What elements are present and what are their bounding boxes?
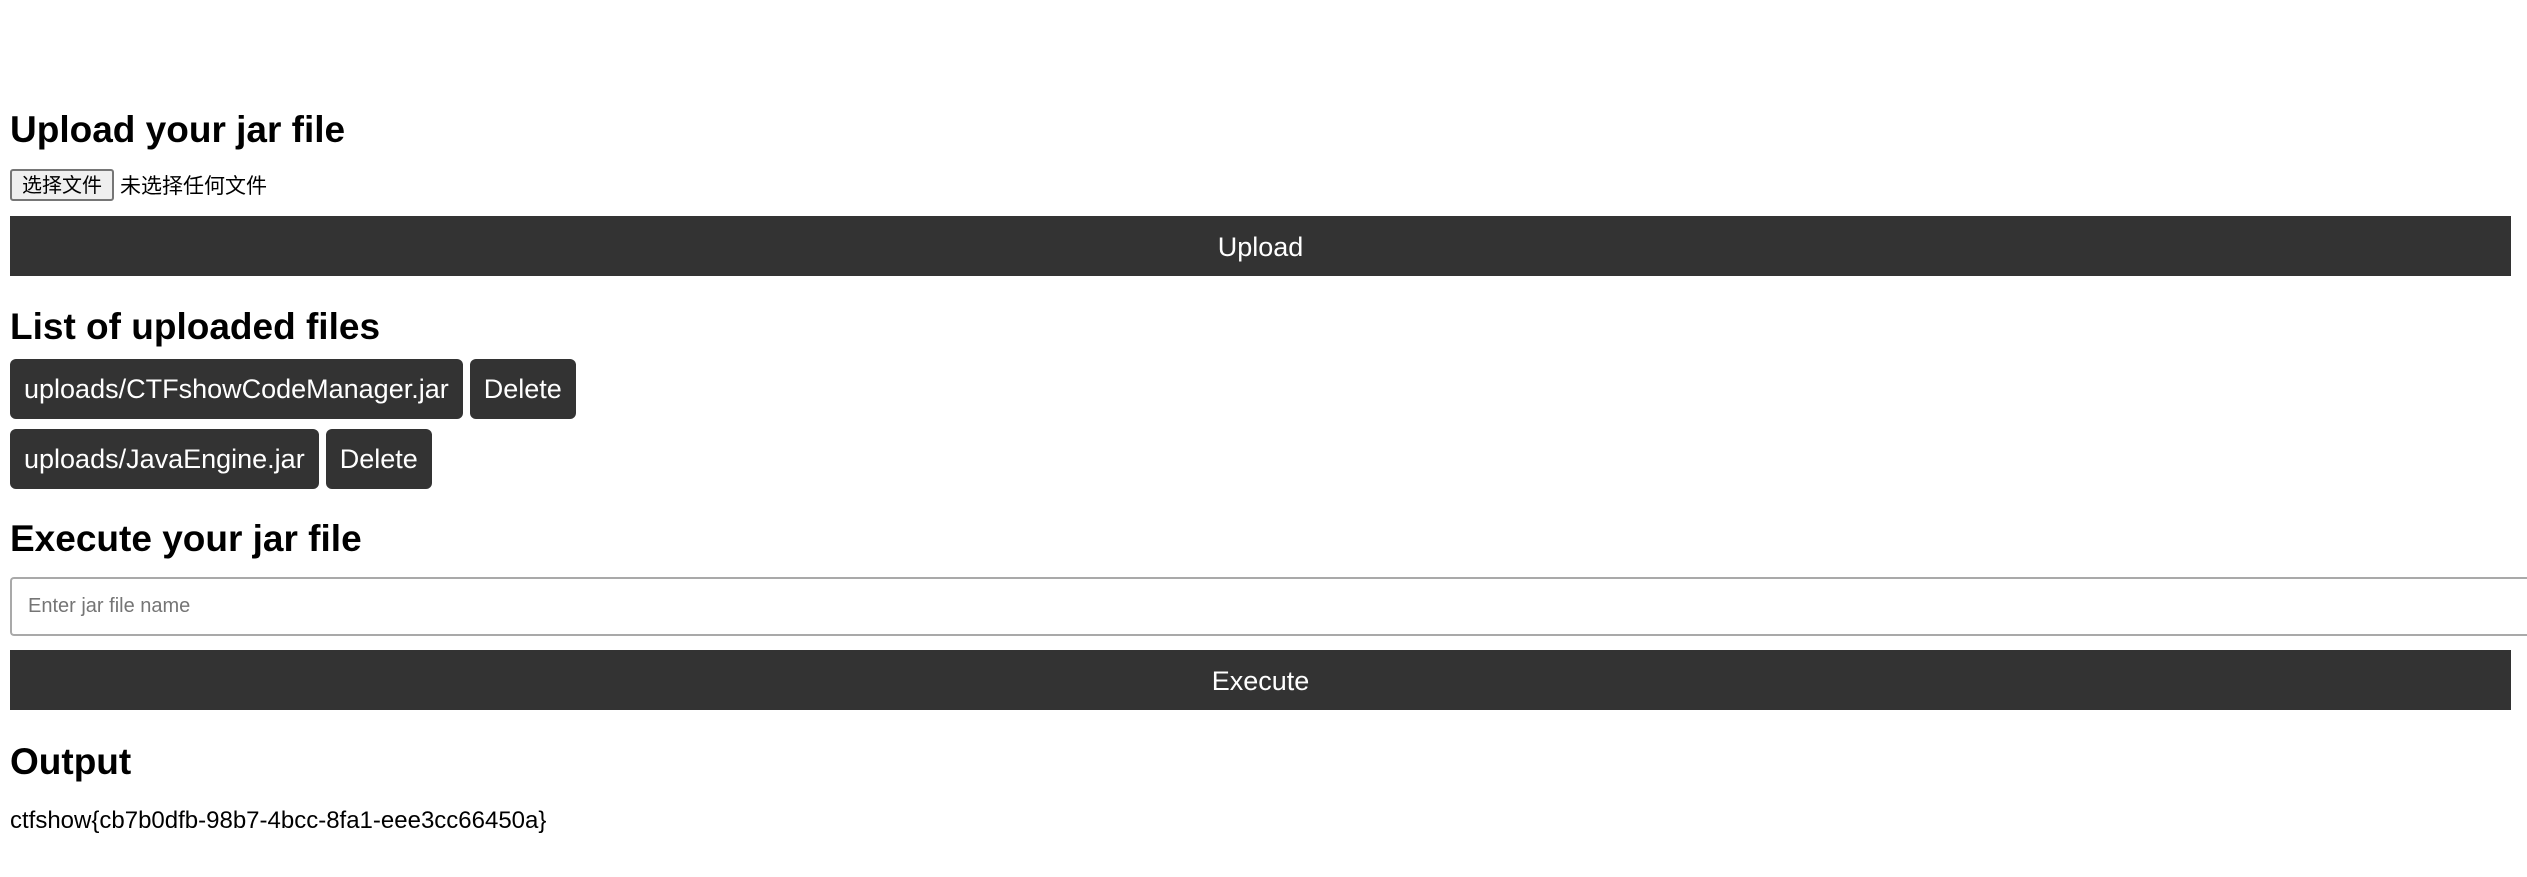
execute-heading: Execute your jar file bbox=[10, 518, 362, 559]
no-file-selected-text: 未选择任何文件 bbox=[120, 174, 267, 198]
output-heading: Output bbox=[10, 741, 132, 782]
file-picker: 选择文件 未选择任何文件 bbox=[10, 168, 267, 202]
file-link[interactable]: uploads/CTFshowCodeManager.jar bbox=[10, 359, 463, 419]
file-link[interactable]: uploads/JavaEngine.jar bbox=[10, 429, 319, 489]
jar-name-input[interactable] bbox=[10, 577, 2527, 636]
execute-button[interactable]: Execute bbox=[10, 650, 2511, 710]
uploaded-files-heading: List of uploaded files bbox=[10, 306, 381, 347]
upload-button[interactable]: Upload bbox=[10, 216, 2511, 276]
delete-button[interactable]: Delete bbox=[469, 359, 576, 419]
file-list-item: uploads/JavaEngine.jar Delete bbox=[10, 429, 432, 489]
delete-button[interactable]: Delete bbox=[325, 429, 432, 489]
output-text: ctfshow{cb7b0dfb-98b7-4bcc-8fa1-eee3cc66… bbox=[10, 807, 547, 834]
choose-file-button[interactable]: 选择文件 bbox=[10, 169, 114, 201]
file-list-item: uploads/CTFshowCodeManager.jar Delete bbox=[10, 359, 576, 419]
page: Upload your jar file 选择文件 未选择任何文件 Upload… bbox=[0, 0, 2527, 877]
upload-heading: Upload your jar file bbox=[10, 109, 346, 150]
